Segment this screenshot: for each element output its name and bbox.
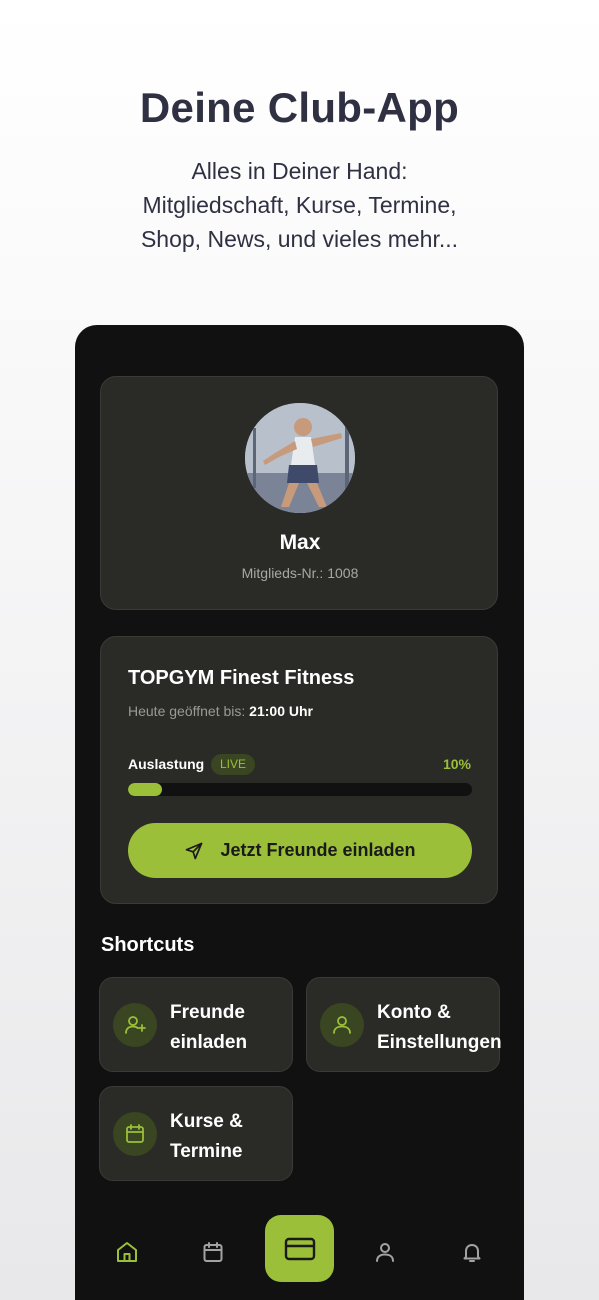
shortcut-label: Konto & Einstellungen [377,998,502,1058]
hero-subtitle-line: Shop, News, und vieles mehr... [140,226,459,252]
profile-card[interactable]: Max Mitglieds-Nr.: 1008 [100,376,498,610]
shortcut-invite-friends[interactable]: Freunde einladen [99,977,293,1072]
hero-subtitle-line: Alles in Deiner Hand: [191,158,408,184]
user-plus-icon [113,1003,157,1047]
opening-hours-label: Heute geöffnet bis: [128,703,246,719]
shortcut-label-line: Konto & [377,1002,451,1023]
opening-hours: Heute geöffnet bis: 21:00 Uhr [128,703,313,719]
opening-hours-value: 21:00 Uhr [249,703,313,719]
send-icon [186,842,203,859]
occupancy-bar-fill [128,783,163,796]
nav-profile-icon[interactable] [372,1239,398,1265]
user-icon [320,1003,364,1047]
shortcut-courses-appointments[interactable]: Kurse & Termine [99,1086,293,1181]
shortcut-account-settings[interactable]: Konto & Einstellungen [306,977,502,1072]
avatar-photo [245,403,355,513]
invite-friends-button[interactable]: Jetzt Freunde einladen [128,823,472,878]
hero-title: Deine Club-App [139,84,460,131]
hero-subtitle-line: Mitgliedschaft, Kurse, Termine, [142,192,457,218]
nav-bell-icon[interactable] [459,1239,485,1265]
card-icon [284,1237,315,1260]
shortcut-label-line: Termine [170,1141,243,1162]
phone-screen: Max Mitglieds-Nr.: 1008 TOPGYM Finest Fi… [75,325,524,1300]
calendar-icon [113,1112,157,1156]
occupancy-percent: 10% [442,756,471,772]
gym-name: TOPGYM Finest Fitness [128,667,355,689]
shortcut-label-line: Kurse & [170,1111,243,1132]
nav-membership-card-button[interactable] [265,1215,334,1282]
gym-card: TOPGYM Finest Fitness Heute geöffnet bis… [100,636,498,904]
shortcut-label: Kurse & Termine [170,1107,243,1167]
shortcut-label-line: Freunde [170,1002,245,1023]
profile-name: Max [279,531,321,554]
shortcut-label-line: Einstellungen [377,1032,502,1053]
live-badge: LIVE [211,754,256,775]
shortcuts-heading: Shortcuts [101,934,195,956]
member-number: Mitglieds-Nr.: 1008 [241,565,359,581]
nav-calendar-icon[interactable] [200,1239,226,1265]
invite-friends-label: Jetzt Freunde einladen [220,840,416,860]
avatar[interactable] [245,403,355,513]
hero-subtitle: Alles in Deiner Hand: Mitgliedschaft, Ku… [0,154,599,256]
occupancy-label: Auslastung [128,756,205,772]
occupancy-bar [128,783,472,796]
shortcut-label: Freunde einladen [170,998,247,1058]
shortcut-label-line: einladen [170,1032,248,1053]
nav-home-icon[interactable] [114,1239,140,1265]
